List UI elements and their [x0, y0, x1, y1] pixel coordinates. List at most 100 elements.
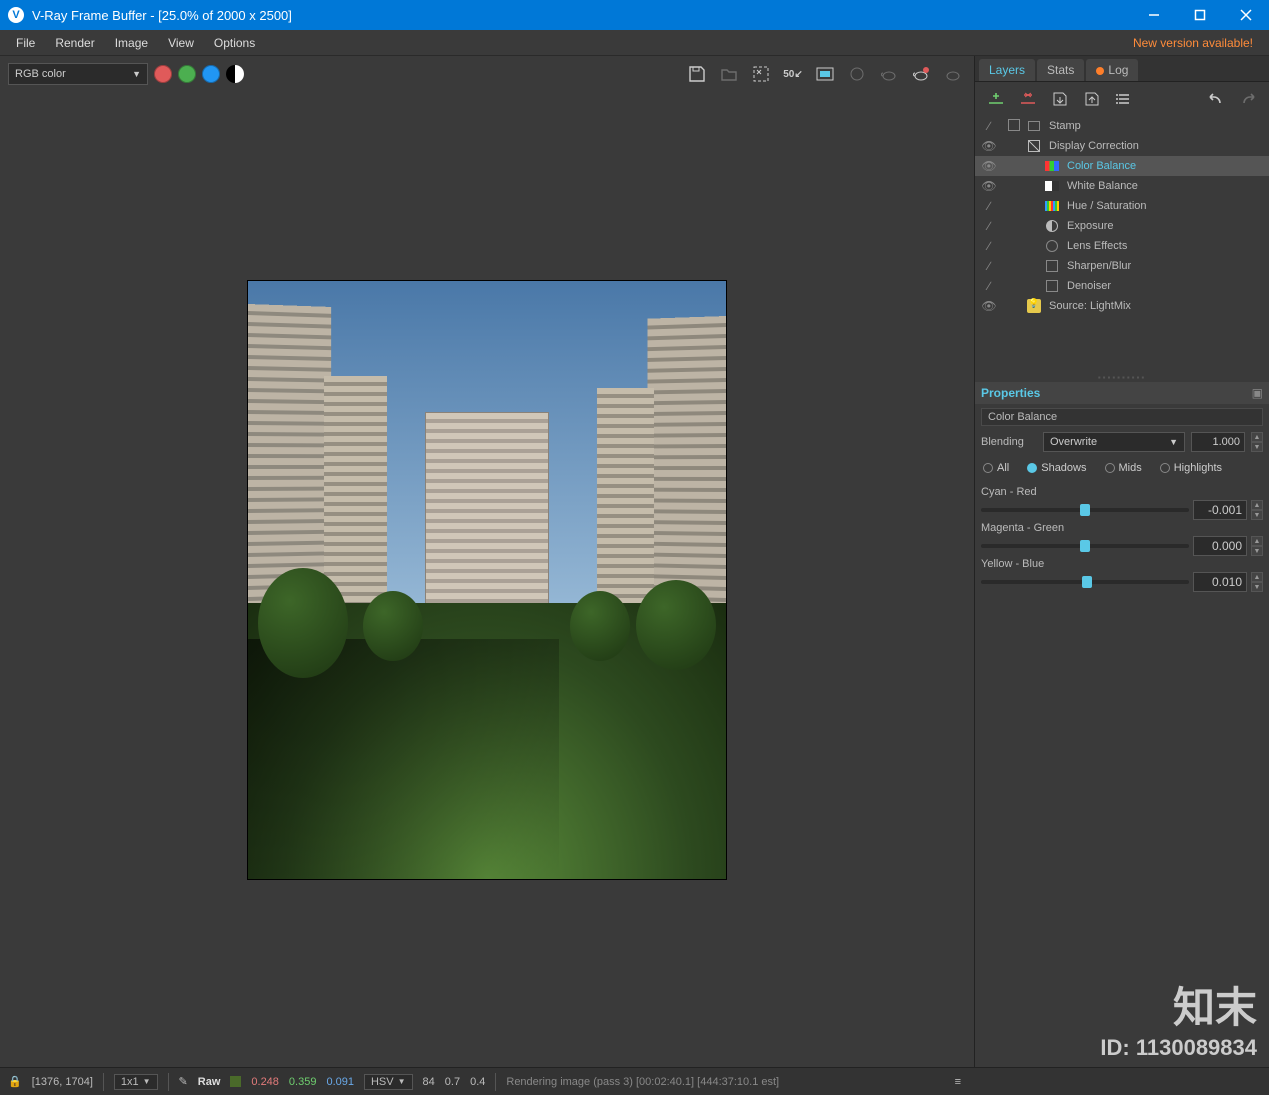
window-controls [1131, 0, 1269, 30]
right-tabs: Layers Stats Log [975, 56, 1269, 82]
blending-select[interactable]: Overwrite ▼ [1043, 432, 1185, 452]
tab-log[interactable]: Log [1086, 59, 1138, 81]
titlebar: V V-Ray Frame Buffer - [25.0% of 2000 x … [0, 0, 1269, 30]
radio-mids[interactable]: Mids [1105, 462, 1142, 474]
minimize-button[interactable] [1131, 0, 1177, 30]
menu-file[interactable]: File [6, 33, 45, 53]
lock-icon[interactable]: 🔒 [8, 1075, 22, 1088]
visibility-toggle-icon[interactable]: ∕ [975, 239, 1003, 253]
visibility-toggle-icon[interactable]: 👁 [975, 299, 1003, 313]
compare-icon[interactable] [812, 61, 838, 87]
color-mode-select[interactable]: HSV▼ [364, 1074, 413, 1090]
slider-label: Yellow - Blue [981, 558, 1263, 570]
menubar: File Render Image View Options New versi… [0, 30, 1269, 56]
new-version-link[interactable]: New version available! [1133, 36, 1263, 50]
log-indicator-icon [1096, 67, 1104, 75]
blending-amount-input[interactable]: 1.000 [1191, 432, 1245, 452]
slider-spinner[interactable]: ▲▼ [1251, 536, 1263, 556]
red-channel-button[interactable] [154, 65, 172, 83]
layer-label: Exposure [1067, 220, 1269, 232]
panel-splitter[interactable]: ▪▪▪▪▪▪▪▪▪▪ [975, 372, 1269, 382]
properties-title: Properties [981, 386, 1040, 400]
layer-row[interactable]: ∕Lens Effects [975, 236, 1269, 256]
add-layer-icon[interactable] [985, 88, 1007, 110]
undo-icon[interactable] [1205, 88, 1227, 110]
layer-row[interactable]: 👁Source: LightMix [975, 296, 1269, 316]
visibility-toggle-icon[interactable]: ∕ [975, 279, 1003, 293]
value-g: 0.359 [289, 1076, 317, 1088]
menu-render[interactable]: Render [45, 33, 104, 53]
color-slider: Magenta - Green 0.000▲▼ [981, 522, 1263, 556]
visibility-toggle-icon[interactable]: ∕ [975, 259, 1003, 273]
blue-channel-button[interactable] [202, 65, 220, 83]
layer-row[interactable]: ∕ Exposure [975, 216, 1269, 236]
load-preset-icon[interactable] [1081, 88, 1103, 110]
layer-row[interactable]: ∕ Sharpen/Blur [975, 256, 1269, 276]
slider-spinner[interactable]: ▲▼ [1251, 572, 1263, 592]
blending-label: Blending [981, 436, 1037, 448]
radio-all[interactable]: All [983, 462, 1009, 474]
visibility-toggle-icon[interactable]: ∕ [975, 219, 1003, 233]
mono-channel-button[interactable] [226, 65, 244, 83]
list-icon[interactable] [1113, 88, 1135, 110]
radio-highlights[interactable]: Highlights [1160, 462, 1222, 474]
save-icon[interactable] [684, 61, 710, 87]
save-preset-icon[interactable] [1049, 88, 1071, 110]
layer-label: Hue / Saturation [1067, 200, 1269, 212]
render-viewport[interactable] [0, 92, 974, 1067]
remove-layer-icon[interactable] [1017, 88, 1039, 110]
maximize-button[interactable] [1177, 0, 1223, 30]
visibility-toggle-icon[interactable]: ∕ [975, 119, 1003, 133]
channel-select[interactable]: RGB color ▼ [8, 63, 148, 85]
visibility-toggle-icon[interactable]: 👁 [975, 139, 1003, 153]
enable-toggle[interactable] [1003, 119, 1025, 134]
slider-value-input[interactable]: 0.000 [1193, 536, 1247, 556]
slider-track[interactable] [981, 580, 1189, 584]
stamp-icon [1025, 119, 1043, 133]
den-icon [1043, 279, 1061, 293]
visibility-toggle-icon[interactable]: 👁 [975, 159, 1003, 173]
properties-panel: Color Balance Blending Overwrite ▼ 1.000… [975, 404, 1269, 1067]
layer-row[interactable]: ∕ Hue / Saturation [975, 196, 1269, 216]
layer-label: Denoiser [1067, 280, 1269, 292]
radio-shadows[interactable]: Shadows [1027, 462, 1086, 474]
layer-row[interactable]: ∕ Stamp [975, 116, 1269, 136]
slider-spinner[interactable]: ▲▼ [1251, 500, 1263, 520]
pixel-grid-select[interactable]: 1x1▼ [114, 1074, 158, 1090]
color-slider: Yellow - Blue 0.010▲▼ [981, 558, 1263, 592]
zoom-fit-icon[interactable]: 50↙ [780, 61, 806, 87]
layer-row[interactable]: ∕ Denoiser [975, 276, 1269, 296]
eyedropper-icon[interactable]: ✎ [179, 1075, 188, 1088]
green-channel-button[interactable] [178, 65, 196, 83]
layer-row[interactable]: 👁Color Balance [975, 156, 1269, 176]
layer-row[interactable]: 👁Display Correction [975, 136, 1269, 156]
close-button[interactable] [1223, 0, 1269, 30]
slider-track[interactable] [981, 508, 1189, 512]
visibility-toggle-icon[interactable]: ∕ [975, 199, 1003, 213]
visibility-toggle-icon[interactable]: 👁 [975, 179, 1003, 193]
render-status: Rendering image (pass 3) [00:02:40.1] [4… [506, 1076, 779, 1088]
menu-view[interactable]: View [158, 33, 204, 53]
slider-label: Magenta - Green [981, 522, 1263, 534]
tab-stats[interactable]: Stats [1037, 59, 1084, 81]
layers-toolbar [975, 82, 1269, 116]
teapot-render-icon[interactable] [908, 61, 934, 87]
property-name-field[interactable]: Color Balance [981, 408, 1263, 426]
tab-layers[interactable]: Layers [979, 59, 1035, 81]
log-toggle-icon[interactable]: ≡ [955, 1076, 961, 1088]
blending-spinner[interactable]: ▲▼ [1251, 432, 1263, 452]
menu-image[interactable]: Image [105, 33, 158, 53]
layer-row[interactable]: 👁White Balance [975, 176, 1269, 196]
slider-value-input[interactable]: -0.001 [1193, 500, 1247, 520]
layer-label: Stamp [1049, 120, 1269, 132]
render-image [248, 281, 726, 879]
layer-label: Sharpen/Blur [1067, 260, 1269, 272]
window-title: V-Ray Frame Buffer - [25.0% of 2000 x 25… [32, 8, 292, 23]
region-render-icon[interactable] [748, 61, 774, 87]
slider-value-input[interactable]: 0.010 [1193, 572, 1247, 592]
expand-icon[interactable]: ▣ [1252, 386, 1263, 400]
lens-icon [1043, 239, 1061, 253]
slider-track[interactable] [981, 544, 1189, 548]
menu-options[interactable]: Options [204, 33, 265, 53]
src-icon [1025, 299, 1043, 313]
